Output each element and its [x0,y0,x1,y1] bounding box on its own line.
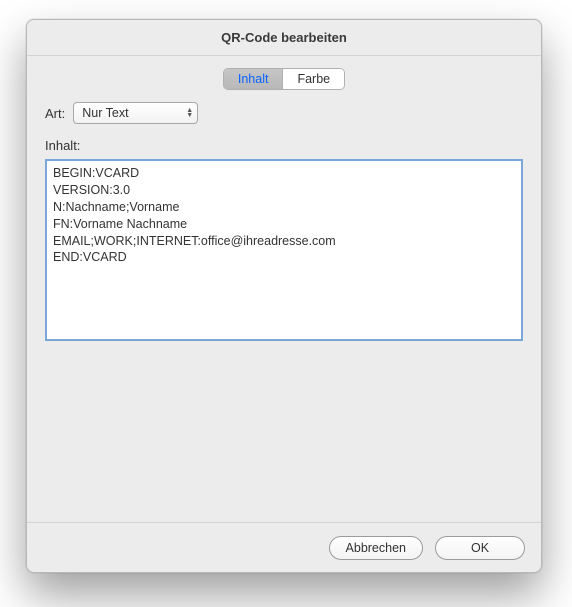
dialog-titlebar: QR-Code bearbeiten [27,20,541,56]
dialog-content: Inhalt Farbe Art: Nur Text ▲▼ Inhalt: [27,56,541,522]
spacer [45,341,523,508]
inhalt-textarea[interactable] [45,159,523,341]
qr-code-edit-dialog: QR-Code bearbeiten Inhalt Farbe Art: Nur… [26,19,542,573]
tab-group: Inhalt Farbe [223,68,345,90]
ok-button[interactable]: OK [435,536,525,560]
dialog-footer: Abbrechen OK [27,522,541,572]
art-select-value: Nur Text [82,106,128,120]
art-row: Art: Nur Text ▲▼ [45,102,523,124]
art-select[interactable]: Nur Text ▲▼ [73,102,198,124]
inhalt-label: Inhalt: [45,138,523,153]
tab-farbe-label: Farbe [297,72,330,86]
cancel-button-label: Abbrechen [346,541,406,555]
ok-button-label: OK [471,541,489,555]
cancel-button[interactable]: Abbrechen [329,536,423,560]
tab-farbe[interactable]: Farbe [282,69,344,89]
dialog-title: QR-Code bearbeiten [221,30,347,45]
tab-inhalt[interactable]: Inhalt [224,69,283,89]
art-label: Art: [45,106,65,121]
tab-bar: Inhalt Farbe [45,68,523,90]
tab-inhalt-label: Inhalt [238,72,269,86]
chevron-updown-icon: ▲▼ [186,108,193,118]
